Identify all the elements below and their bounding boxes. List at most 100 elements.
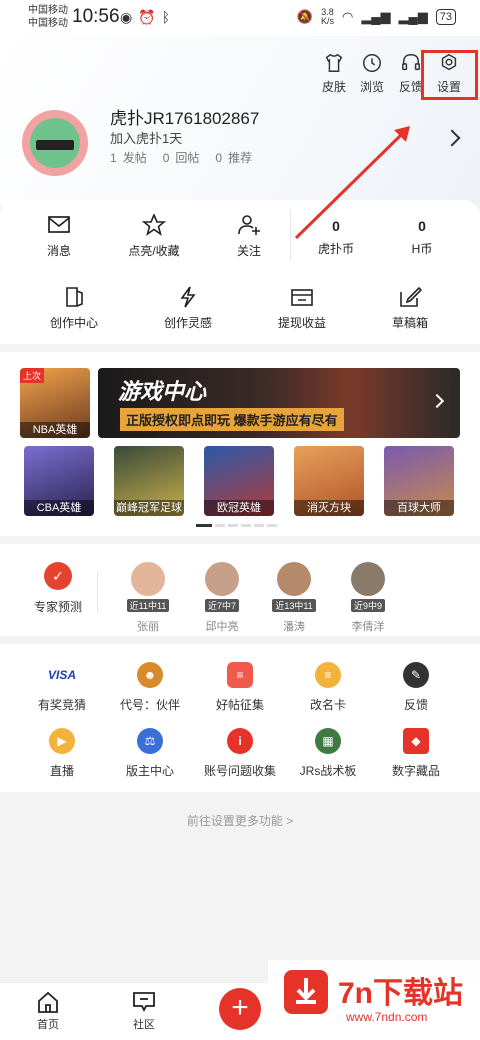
drafts-button[interactable]: 草稿箱 (360, 286, 460, 331)
scale-icon: ⚖ (137, 728, 163, 754)
creator-center-button[interactable]: 创作中心 (24, 286, 124, 331)
status-bar: 中国移动 中国移动 10:56 ◉⏰ᛒ 🔕 3.8 K/s ◠ ▂▄▆ ▂▄▆ … (0, 0, 480, 36)
status-time: 10:56 (72, 6, 120, 27)
wifi-icon: ◠ (341, 9, 354, 24)
stat-replies[interactable]: 0 回帖 (163, 149, 200, 166)
profile-header: 皮肤 浏览 反馈 设置 虎扑JR1761802867 加入虎扑1天 1 发帖 0回… (0, 36, 480, 206)
tool-post-collect[interactable]: ≡ 好帖征集 (194, 662, 286, 713)
rename-card-icon: ≡ (315, 662, 341, 688)
messages-label: 消息 (46, 244, 71, 258)
stat-recommends[interactable]: 0 推荐 (215, 149, 252, 166)
stat-recommends-label: 推荐 (228, 151, 253, 165)
history-button[interactable]: 浏览 (353, 52, 391, 95)
tool-label: 账号问题收集 (203, 764, 276, 778)
download-logo-icon (284, 970, 328, 1014)
nav-community-label: 社区 (133, 1019, 155, 1031)
tool-moderator[interactable]: ⚖ 版主中心 (104, 728, 196, 779)
expert-item[interactable]: 近9中9 李倩洋 (336, 562, 400, 634)
create-post-button[interactable]: + (219, 988, 261, 1030)
mail-icon (48, 216, 70, 233)
hupu-coin-value: 0 (332, 218, 340, 234)
sunglasses-icon (36, 140, 74, 150)
tool-tactics-board[interactable]: ▦ JRs战术板 (282, 728, 374, 779)
shirt-icon (325, 53, 343, 72)
game-thumb[interactable]: 消灭方块 (294, 446, 364, 516)
h-coin[interactable]: 0 H币 (372, 218, 472, 258)
stat-replies-value: 0 (162, 151, 170, 165)
visa-icon: VISA (48, 668, 77, 682)
messages-button[interactable]: 消息 (9, 214, 109, 259)
status-icons-right: 🔕 3.8 K/s ◠ ▂▄▆ ▂▄▆ 73 (297, 8, 456, 26)
game-thumb[interactable]: 百球大师 (384, 446, 454, 516)
signal-icon-1: ▂▄▆ (361, 9, 391, 24)
tool-feedback[interactable]: ✎ 反馈 (370, 662, 462, 713)
edit-icon (400, 286, 422, 307)
profile-page: 中国移动 中国移动 10:56 ◉⏰ᛒ 🔕 3.8 K/s ◠ ▂▄▆ ▂▄▆ … (0, 0, 480, 1040)
carrier-labels: 中国移动 中国移动 (28, 4, 68, 30)
expert-record: 近9中9 (350, 599, 385, 612)
game-thumb[interactable]: 巅峰冠军足球 (114, 446, 184, 516)
avatar[interactable] (22, 110, 88, 176)
stat-posts-label: 发帖 (122, 151, 147, 165)
dot (241, 524, 251, 527)
lightning-icon (180, 286, 196, 308)
divider (97, 572, 98, 612)
dot (215, 524, 225, 527)
expert-item[interactable]: 近13中11 潘涛 (262, 562, 326, 634)
stat-recommends-value: 0 (215, 151, 223, 165)
expert-predictions-button[interactable]: ✓ 专家预测 (28, 562, 88, 615)
tool-account-issues[interactable]: i 账号问题收集 (194, 728, 286, 779)
carrier-1: 中国移动 (28, 5, 68, 16)
expert-predictions-label: 专家预测 (33, 600, 82, 614)
bluetooth-icon: ᛒ (161, 9, 177, 25)
game-thumb-label: CBA英雄 (24, 500, 94, 516)
home-icon (38, 991, 58, 1013)
watermark-url: www.7ndn.com (346, 1010, 428, 1024)
nav-community[interactable]: 社区 (114, 991, 174, 1032)
expert-item[interactable]: 近7中7 邱中亮 (190, 562, 254, 634)
alarm-icon: ⏰ (138, 9, 162, 25)
skin-button[interactable]: 皮肤 (315, 52, 353, 95)
tool-label: 数字藏品 (391, 764, 440, 778)
tool-label: 版主中心 (125, 764, 174, 778)
creator-inspiration-label: 创作灵感 (163, 316, 212, 330)
dot (267, 524, 277, 527)
follow-label: 关注 (236, 244, 261, 258)
likes-favorites-button[interactable]: 点亮/收藏 (104, 214, 204, 259)
withdraw-earnings-button[interactable]: 提现收益 (252, 286, 352, 331)
feedback-label: 反馈 (398, 80, 423, 94)
expert-avatar (131, 562, 165, 596)
game-thumb[interactable]: 欧冠英雄 (204, 446, 274, 516)
creator-center-label: 创作中心 (49, 316, 98, 330)
nav-home[interactable]: 首页 (18, 991, 78, 1032)
profile-chevron-right-icon[interactable] (443, 129, 461, 147)
h-coin-label: H币 (411, 242, 433, 256)
follow-button[interactable]: 关注 (199, 214, 299, 259)
expert-name: 张丽 (137, 621, 159, 633)
door-icon (66, 287, 83, 307)
tool-guess[interactable]: VISA 有奖竞猜 (16, 662, 108, 713)
quick-actions-card: 消息 点亮/收藏 关注 0 虎扑币 0 H币 创作中心 创作灵感 提现收益 草稿… (0, 200, 480, 344)
game-nba-hero[interactable]: 上次 NBA英雄 (20, 368, 90, 438)
stat-posts[interactable]: 1 发帖 (110, 149, 147, 166)
headset-icon (402, 54, 420, 71)
creator-inspiration-button[interactable]: 创作灵感 (138, 286, 238, 331)
game-thumb[interactable]: CBA英雄 (24, 446, 94, 516)
tool-digital-collectibles[interactable]: ◆ 数字藏品 (370, 728, 462, 779)
eye-icon: ◉ (120, 9, 139, 25)
hupu-coin[interactable]: 0 虎扑币 (286, 218, 386, 258)
tool-live[interactable]: ▶ 直播 (16, 728, 108, 779)
expert-item[interactable]: 近11中11 张丽 (116, 562, 180, 634)
dot-active (196, 524, 212, 527)
game-thumb-label: 巅峰冠军足球 (114, 500, 184, 516)
likes-favorites-label: 点亮/收藏 (128, 244, 180, 258)
tool-rename-card[interactable]: ≡ 改名卡 (282, 662, 374, 713)
tool-label: 反馈 (403, 698, 428, 712)
username: 虎扑JR1761802867 (110, 109, 260, 128)
tool-partner[interactable]: ☻ 代号：伙伴 (104, 662, 196, 713)
gem-icon: ◆ (403, 728, 429, 754)
banner-subtitle: 正版授权即点即玩 爆款手游应有尽有 (120, 408, 344, 431)
more-settings-link[interactable]: 前往设置更多功能 > (0, 812, 480, 829)
drafts-label: 草稿箱 (391, 316, 428, 330)
game-center-banner[interactable]: 游戏中心 正版授权即点即玩 爆款手游应有尽有 (98, 368, 460, 438)
